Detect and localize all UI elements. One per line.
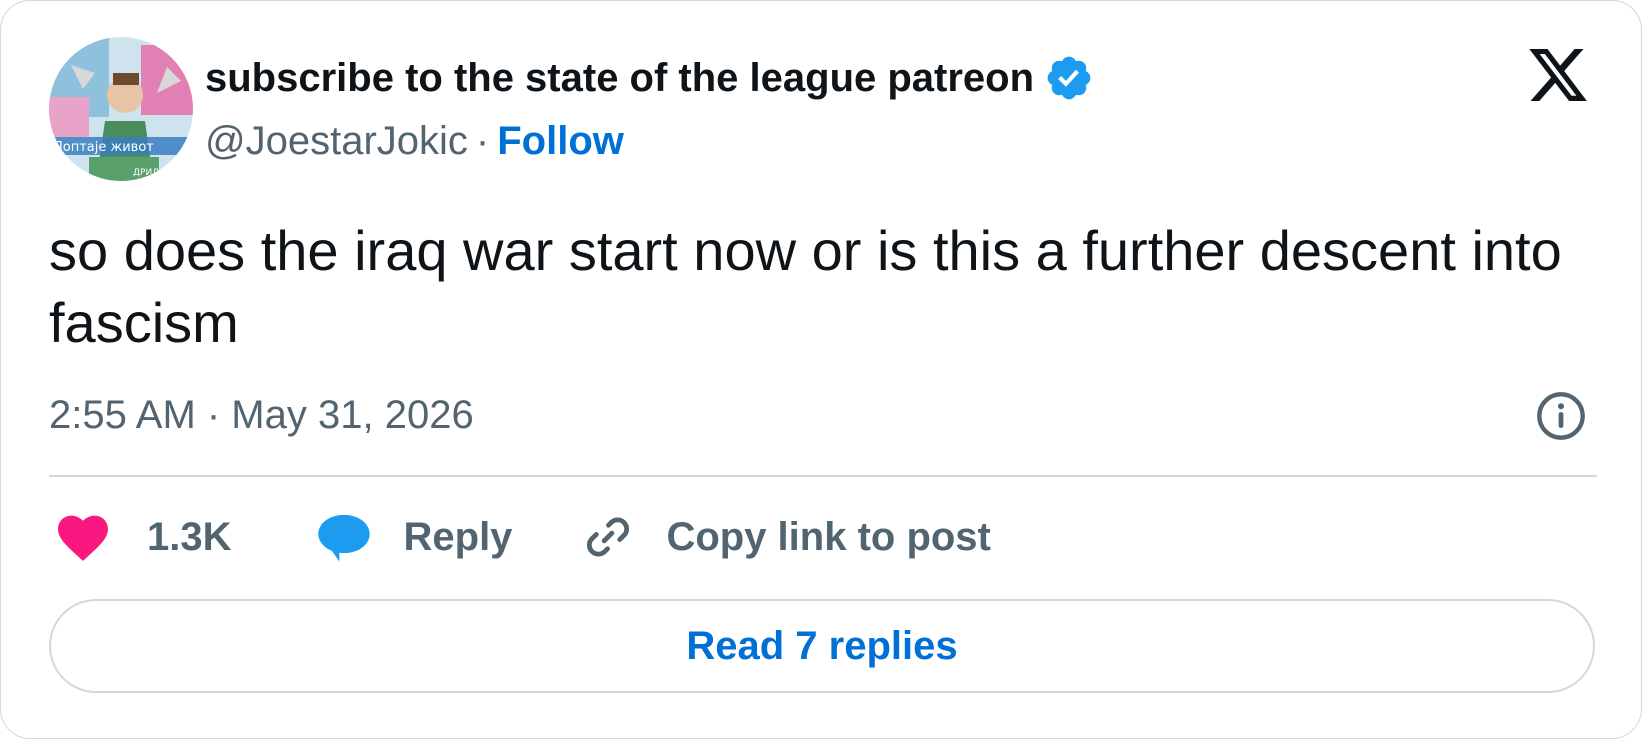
speech-bubble-icon bbox=[317, 514, 370, 562]
info-icon[interactable] bbox=[1535, 390, 1587, 442]
x-logo-icon[interactable] bbox=[1525, 43, 1591, 107]
reply-button[interactable]: Reply bbox=[316, 509, 513, 565]
author-display-name[interactable]: subscribe to the state of the league pat… bbox=[205, 53, 1094, 103]
tweet-timestamp[interactable]: 2:55 AM · May 31, 2026 bbox=[49, 391, 474, 439]
read-replies-button[interactable]: Read 7 replies bbox=[49, 599, 1595, 693]
author-handle-row: @JoestarJokic · Follow bbox=[205, 117, 624, 165]
handle-separator: · bbox=[475, 119, 490, 163]
link-icon bbox=[587, 517, 630, 557]
reply-label: Reply bbox=[403, 514, 513, 559]
verified-badge-icon bbox=[1047, 56, 1091, 100]
tweet-text: so does the iraq war start now or is thi… bbox=[49, 219, 1562, 354]
copy-link-label: Copy link to post bbox=[666, 514, 991, 559]
avatar-image: Поптаје живот ДРИЛ bbox=[49, 37, 193, 181]
copy-link-button[interactable]: Copy link to post bbox=[582, 511, 991, 563]
divider bbox=[49, 475, 1597, 477]
heart-icon bbox=[58, 515, 108, 561]
avatar-caption-small: ДРИЛ bbox=[133, 168, 159, 178]
action-bar: 1.3K Reply Copy link to post bbox=[55, 509, 991, 565]
like-button[interactable]: 1.3K bbox=[55, 512, 232, 562]
tweet-card: Поптаје живот ДРИЛ subscribe to the stat… bbox=[0, 0, 1642, 739]
avatar-caption: Поптаје живот bbox=[53, 140, 154, 155]
avatar[interactable]: Поптаје живот ДРИЛ bbox=[49, 37, 193, 181]
read-replies-label: Read 7 replies bbox=[686, 623, 958, 668]
display-name-text[interactable]: subscribe to the state of the league pat… bbox=[205, 54, 1034, 102]
follow-button[interactable]: Follow bbox=[497, 119, 624, 163]
author-handle[interactable]: @JoestarJokic bbox=[205, 119, 468, 163]
like-count: 1.3K bbox=[147, 514, 232, 559]
